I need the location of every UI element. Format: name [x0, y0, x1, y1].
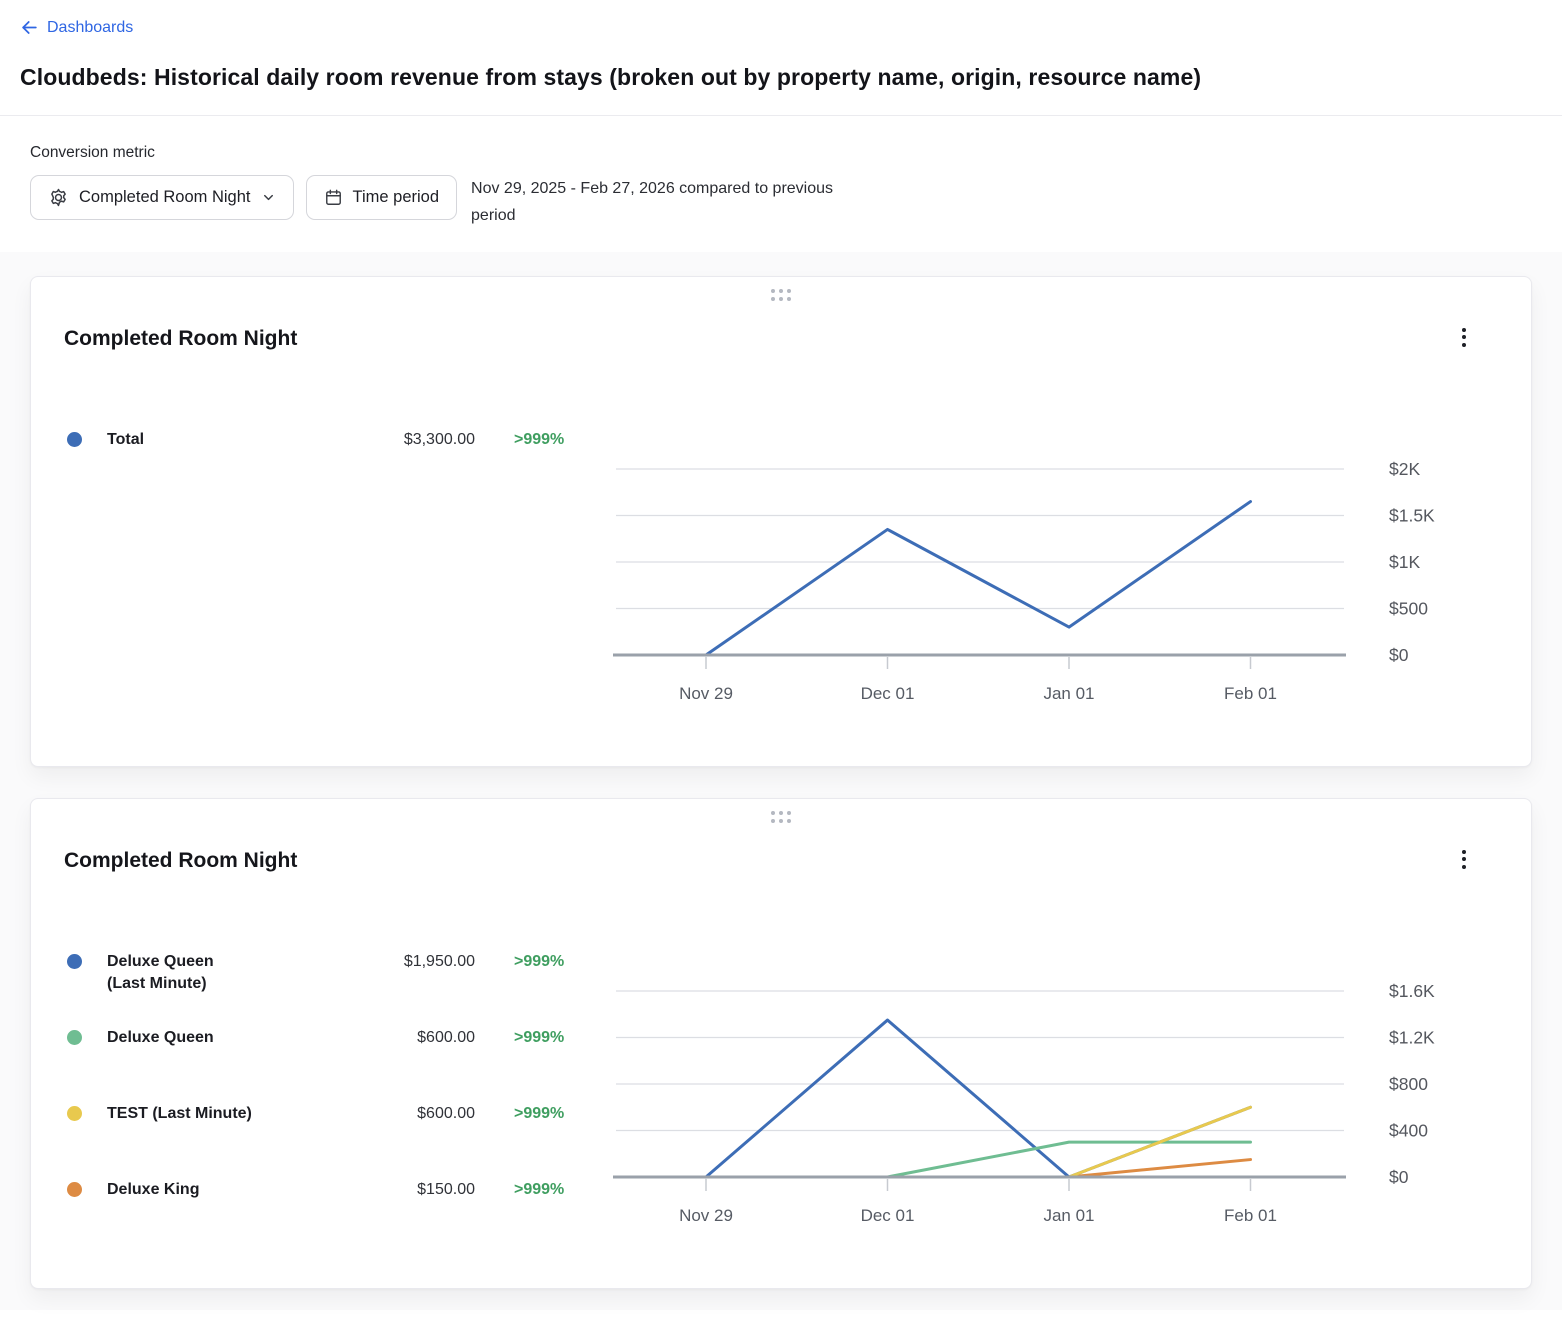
revenue-line-chart: Nov 29 Dec 01 Jan 01 Feb 01 $2K $1.5K $1K $500 $…	[586, 435, 1501, 747]
y-axis-label: $500	[1389, 599, 1428, 619]
conversion-metric-dropdown[interactable]: Completed Room Night	[30, 175, 294, 220]
series-name: Deluxe King	[107, 1179, 287, 1201]
chart-legend: Deluxe Queen(Last Minute)$1,950.00>999%D…	[67, 951, 579, 1255]
drag-handle-icon[interactable]	[768, 808, 794, 826]
back-link-label: Dashboards	[47, 19, 133, 37]
series-line-deluxe-king	[1069, 1160, 1251, 1177]
legend-item[interactable]: Deluxe King$150.00 >999%	[67, 1179, 579, 1201]
date-range-text: Nov 29, 2025 - Feb 27, 2026 compared to …	[471, 175, 846, 229]
series-color-dot	[67, 1182, 82, 1197]
series-value: $600.00	[287, 1103, 475, 1125]
chart-card-completed-room-night-total: Completed Room Night Total$3,300.00 >999%…	[30, 276, 1532, 767]
x-axis-label: Jan 01	[1043, 1206, 1094, 1225]
y-axis-label: $1K	[1389, 552, 1420, 572]
card-title: Completed Room Night	[64, 327, 297, 351]
series-color-dot	[67, 432, 82, 447]
legend-item[interactable]: Total$3,300.00 >999%	[67, 429, 579, 451]
series-value: $600.00	[287, 1027, 475, 1049]
time-period-label: Time period	[353, 188, 440, 207]
dashboard-canvas: Completed Room Night Total$3,300.00 >999%…	[0, 252, 1562, 1310]
x-axis-label: Jan 01	[1043, 684, 1094, 703]
gear-icon	[48, 187, 69, 208]
chevron-down-icon	[261, 190, 276, 205]
y-axis-label: $0	[1389, 1167, 1409, 1187]
x-axis-label: Feb 01	[1224, 684, 1277, 703]
page-header: Dashboards Cloudbeds: Historical daily r…	[0, 0, 1562, 91]
y-axis-label: $1.6K	[1389, 981, 1435, 1001]
x-axis-label: Feb 01	[1224, 1206, 1277, 1225]
legend-item[interactable]: Deluxe Queen$600.00 >999%	[67, 1027, 579, 1049]
chart-card-completed-room-night-by-resource: Completed Room Night Deluxe Queen(Last M…	[30, 798, 1532, 1289]
series-color-dot	[67, 954, 82, 969]
back-to-dashboards-link[interactable]: Dashboards	[20, 18, 133, 37]
x-axis-label: Dec 01	[861, 1206, 915, 1225]
drag-handle-icon[interactable]	[768, 286, 794, 304]
y-axis-label: $800	[1389, 1074, 1428, 1094]
x-axis-label: Nov 29	[679, 1206, 733, 1225]
time-period-button[interactable]: Time period	[306, 175, 458, 220]
page-title: Cloudbeds: Historical daily room revenue…	[20, 63, 1532, 91]
series-change-badge: >999%	[514, 1103, 564, 1125]
x-axis-label: Dec 01	[861, 684, 915, 703]
header-divider	[0, 115, 1562, 116]
y-axis-label: $1.5K	[1389, 506, 1435, 526]
series-line-deluxe-queen	[888, 1142, 1251, 1177]
conversion-metric-label: Conversion metric	[30, 144, 1532, 162]
series-color-dot	[67, 1030, 82, 1045]
series-line-test-last-minute-	[1069, 1107, 1251, 1177]
series-name: Deluxe Queen(Last Minute)	[107, 951, 287, 995]
series-change-badge: >999%	[514, 951, 564, 973]
y-axis-label: $1.2K	[1389, 1028, 1435, 1048]
series-change-badge: >999%	[514, 1179, 564, 1201]
series-value: $150.00	[287, 1179, 475, 1201]
legend-item[interactable]: TEST (Last Minute)$600.00 >999%	[67, 1103, 579, 1125]
series-name: Total	[107, 429, 287, 451]
more-options-button[interactable]	[1453, 845, 1475, 873]
y-axis-label: $2K	[1389, 459, 1420, 479]
conversion-metric-value: Completed Room Night	[79, 188, 251, 207]
more-options-button[interactable]	[1453, 323, 1475, 351]
series-line-deluxe-queen-last-minute-	[706, 1020, 1251, 1177]
y-axis-label: $0	[1389, 645, 1409, 665]
arrow-left-icon	[20, 18, 39, 37]
series-line-total	[706, 502, 1251, 655]
calendar-icon	[324, 188, 343, 207]
series-value: $1,950.00	[287, 951, 475, 973]
controls-section: Conversion metric Completed Room Night T…	[0, 144, 1562, 229]
revenue-line-chart: Nov 29 Dec 01 Jan 01 Feb 01 $1.6K $1.2K $800 $4…	[586, 957, 1501, 1269]
series-name: Deluxe Queen	[107, 1027, 287, 1049]
series-name: TEST (Last Minute)	[107, 1103, 287, 1125]
series-change-badge: >999%	[514, 429, 564, 451]
y-axis-label: $400	[1389, 1121, 1428, 1141]
x-axis-label: Nov 29	[679, 684, 733, 703]
legend-item[interactable]: Deluxe Queen(Last Minute)$1,950.00 >999%	[67, 951, 579, 995]
chart-legend: Total$3,300.00 >999%	[67, 429, 579, 505]
series-change-badge: >999%	[514, 1027, 564, 1049]
series-color-dot	[67, 1106, 82, 1121]
card-title: Completed Room Night	[64, 849, 297, 873]
series-value: $3,300.00	[287, 429, 475, 451]
